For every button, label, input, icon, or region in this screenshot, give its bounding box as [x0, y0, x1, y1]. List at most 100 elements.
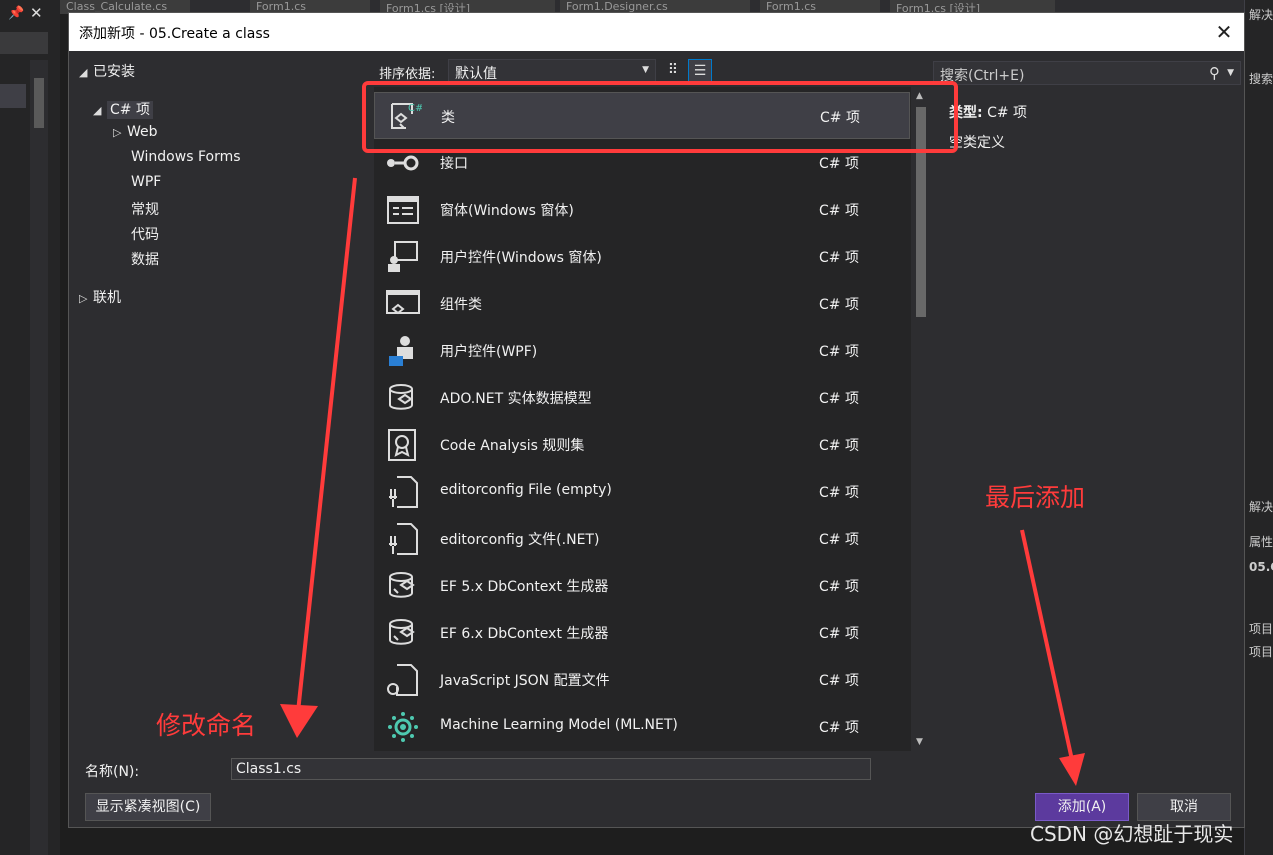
template-item-type: C# 项: [819, 579, 859, 595]
panel-search[interactable]: 搜索解: [1249, 70, 1273, 87]
tree-item-online[interactable]: ▷ 联机: [79, 287, 121, 307]
property-label: 项目: [1249, 645, 1273, 659]
editorconfig-icon: [385, 522, 421, 556]
template-item-type: C# 项: [819, 250, 859, 266]
type-label: 类型:: [949, 105, 983, 121]
dialog-titlebar: 添加新项 - 05.Create a class ✕: [69, 13, 1244, 51]
tree-item-web[interactable]: ▷ Web: [113, 124, 158, 140]
grid-view-icon: ⠿: [667, 62, 679, 78]
search-icon[interactable]: ⚲: [1209, 64, 1220, 82]
properties-title: 属性: [1249, 535, 1273, 549]
scroll-down-icon[interactable]: ▼: [916, 737, 923, 747]
property-label: 项目: [1249, 622, 1273, 636]
tree-item-csharp[interactable]: ◢ C# 项: [93, 99, 153, 119]
template-item-name: editorconfig 文件(.NET): [440, 532, 600, 548]
template-list-scrollbar[interactable]: ▲ ▼: [911, 87, 932, 751]
template-item[interactable]: EF 5.x DbContext 生成器 C# 项: [374, 562, 910, 609]
tree-item-general[interactable]: 常规: [131, 199, 159, 219]
sort-label: 排序依据:: [379, 67, 436, 82]
add-button[interactable]: 添加(A): [1035, 793, 1129, 821]
tree-item-installed[interactable]: ◢ 已安装: [79, 61, 135, 81]
template-item-type: C# 项: [819, 203, 859, 219]
ide-left-panel: 📌 ✕: [0, 0, 60, 855]
close-icon[interactable]: ✕: [30, 4, 43, 22]
dbcontext-icon: [385, 616, 421, 650]
template-item-name: 组件类: [440, 297, 482, 313]
cancel-button[interactable]: 取消: [1137, 793, 1231, 821]
solution-explorer-panel: 解决方 搜索解 解决方 属性 05.Cr 项目 项目: [1244, 0, 1273, 855]
template-item-type: C# 项: [819, 720, 859, 736]
template-item[interactable]: 窗体(Windows 窗体) C# 项: [374, 186, 910, 233]
scrollbar[interactable]: [30, 60, 48, 855]
template-item[interactable]: 接口 C# 项: [374, 139, 910, 186]
template-item[interactable]: EF 6.x DbContext 生成器 C# 项: [374, 609, 910, 656]
template-item-name: 接口: [440, 156, 468, 172]
collapse-arrow-icon[interactable]: ◢: [79, 66, 93, 79]
list-view-icon: ☰: [693, 63, 707, 79]
json-config-icon: [385, 663, 421, 697]
template-item[interactable]: 用户控件(WPF) C# 项: [374, 327, 910, 374]
template-item-type: C# 项: [819, 297, 859, 313]
category-tree: ◢ 已安装 ◢ C# 项 ▷ Web Windows Forms WPF 常规 代码 …: [69, 51, 369, 751]
windows-form-icon: [385, 193, 421, 227]
template-item-name: 类: [441, 110, 455, 126]
dbcontext-icon: [385, 569, 421, 603]
chevron-down-icon[interactable]: ▼: [1227, 68, 1234, 78]
rename-annotation: 修改命名: [156, 711, 257, 740]
sort-select[interactable]: 默认值 ▼: [448, 59, 656, 83]
template-item[interactable]: Machine Learning Model (ML.NET) C# 项: [374, 703, 910, 750]
template-item-type: C# 项: [820, 110, 860, 126]
grid-view-button[interactable]: ⠿: [661, 59, 685, 83]
ruleset-icon: [385, 428, 421, 462]
tree-item-code[interactable]: 代码: [131, 224, 159, 244]
user-control-icon: [385, 240, 421, 274]
expand-arrow-icon[interactable]: ▷: [113, 126, 127, 139]
template-item[interactable]: editorconfig File (empty) C# 项: [374, 468, 910, 515]
pin-icon[interactable]: 📌: [8, 6, 24, 21]
list-view-button[interactable]: ☰: [688, 59, 712, 83]
entity-model-icon: [385, 381, 421, 415]
selected-row: [0, 84, 26, 108]
svg-text:C#: C#: [408, 103, 422, 114]
template-item[interactable]: 用户控件(Windows 窗体) C# 项: [374, 233, 910, 280]
add-annotation: 最后添加: [985, 483, 1086, 512]
template-item-name: 用户控件(Windows 窗体): [440, 250, 602, 266]
template-item-type: C# 项: [819, 532, 859, 548]
template-item[interactable]: 组件类 C# 项: [374, 280, 910, 327]
template-item-name: editorconfig File (empty): [440, 482, 612, 498]
name-label: 名称(N):: [85, 764, 140, 780]
tree-item-data[interactable]: 数据: [131, 249, 159, 269]
template-item-type: C# 项: [819, 485, 859, 501]
type-row: 类型: C# 项: [949, 102, 1027, 122]
scroll-up-icon[interactable]: ▲: [916, 91, 923, 101]
type-value: C# 项: [987, 105, 1028, 121]
chevron-down-icon: ▼: [642, 65, 649, 75]
name-input[interactable]: [231, 758, 871, 780]
template-item-type: C# 项: [819, 438, 859, 454]
template-item[interactable]: ADO.NET 实体数据模型 C# 项: [374, 374, 910, 421]
collapse-arrow-icon[interactable]: ◢: [93, 104, 107, 117]
tree-item-wpf[interactable]: WPF: [131, 174, 161, 190]
ml-model-icon: [385, 710, 421, 744]
search-box[interactable]: [0, 32, 48, 54]
template-item[interactable]: C# 类 C# 项: [374, 92, 910, 139]
template-item[interactable]: editorconfig 文件(.NET) C# 项: [374, 515, 910, 562]
item-description: 空类定义: [949, 135, 1005, 151]
tree-item-windows-forms[interactable]: Windows Forms: [131, 149, 241, 165]
template-item-name: Machine Learning Model (ML.NET): [440, 717, 678, 733]
compact-view-button[interactable]: 显示紧凑视图(C): [85, 793, 211, 821]
search-input[interactable]: 搜索(Ctrl+E) ⚲ ▼: [933, 61, 1241, 85]
close-button[interactable]: ✕: [1209, 17, 1239, 47]
template-item[interactable]: JavaScript JSON 配置文件 C# 项: [374, 656, 910, 703]
template-item-type: C# 项: [819, 673, 859, 689]
wpf-user-control-icon: [385, 334, 421, 368]
expand-arrow-icon[interactable]: ▷: [79, 292, 93, 305]
scrollbar-thumb[interactable]: [916, 107, 926, 317]
template-item[interactable]: Code Analysis 规则集 C# 项: [374, 421, 910, 468]
interface-icon: [385, 146, 421, 180]
scrollbar-thumb[interactable]: [34, 78, 44, 128]
class-icon: C#: [386, 100, 423, 134]
template-item-type: C# 项: [819, 626, 859, 642]
panel-title: 解决方: [1249, 8, 1273, 22]
dialog-title: 添加新项 - 05.Create a class: [79, 26, 270, 42]
